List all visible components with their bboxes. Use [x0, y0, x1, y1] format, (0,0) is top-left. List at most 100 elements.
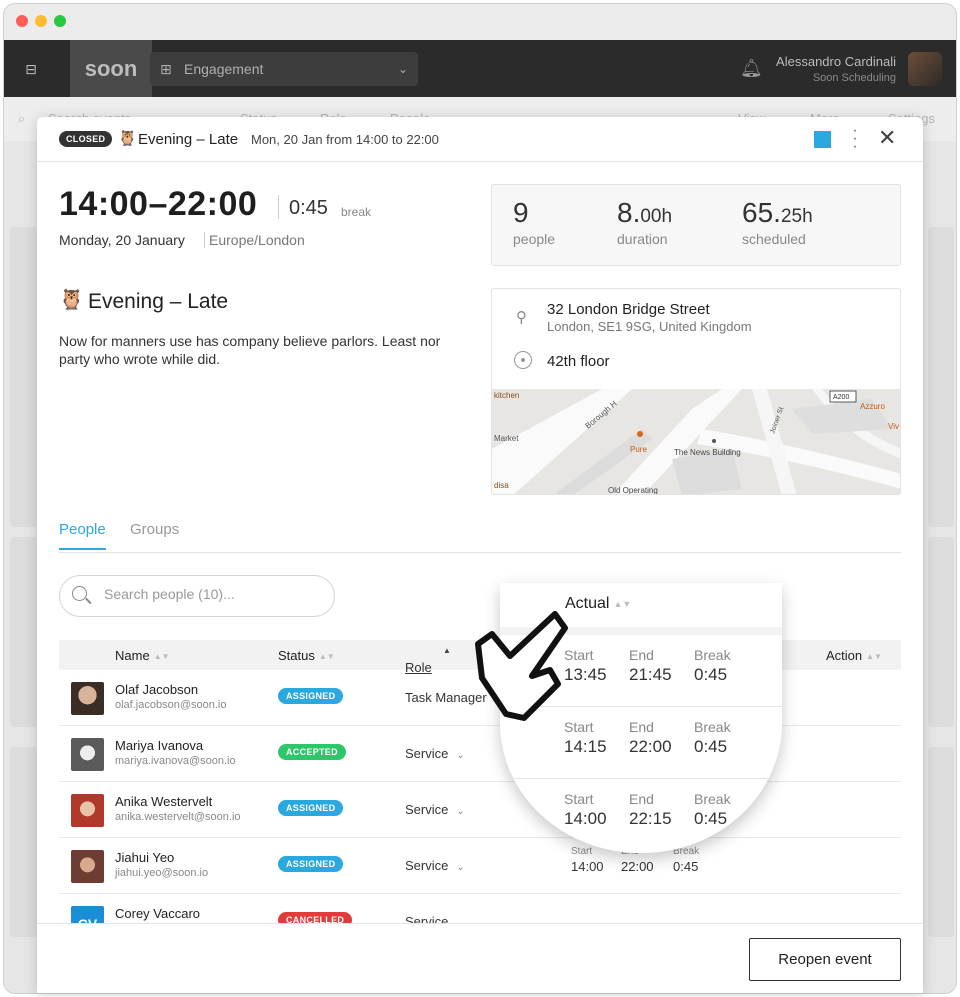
person-name: Anika Westervelt: [115, 794, 213, 809]
role-select[interactable]: Service⌄: [405, 858, 465, 873]
chevron-down-icon: ⌄: [456, 862, 465, 873]
stat-duration-label: duration: [617, 231, 668, 247]
tab-groups[interactable]: Groups: [130, 521, 179, 548]
map-pin-icon: ⚲: [516, 309, 527, 326]
background-search-icon: ⌕: [18, 111, 26, 126]
role-select[interactable]: Service⌄: [405, 802, 465, 817]
sort-asc-icon: ▲: [443, 646, 451, 655]
stat-duration: 8.00h duration: [617, 197, 672, 247]
avatar: [71, 738, 104, 771]
owl-icon: 🦉: [59, 289, 84, 311]
magnified-row: Start 14:00 End 22:15 Break 0:45: [500, 779, 782, 851]
stat-duration-value: 8.00h: [617, 197, 673, 228]
people-search[interactable]: [59, 575, 335, 617]
address-line-1: 32 London Bridge Street: [547, 301, 710, 318]
person-name: Olaf Jacobson: [115, 682, 199, 697]
map-label-kitchen: kitchen: [494, 391, 519, 400]
column-actual[interactable]: Actual ▲▼: [565, 595, 631, 613]
user-avatar[interactable]: [908, 52, 942, 86]
status-badge: ASSIGNED: [278, 688, 344, 704]
avatar: [71, 794, 104, 827]
magnified-start: Start 14:00: [564, 791, 607, 828]
close-window-button[interactable]: [16, 15, 28, 27]
column-action[interactable]: Action ▲▼: [826, 648, 882, 663]
column-name[interactable]: Name ▲▼: [115, 648, 170, 663]
background-right-cards-3: [928, 747, 954, 937]
search-icon: [72, 586, 87, 601]
stat-scheduled-label: scheduled: [742, 231, 806, 247]
modal-title: Evening – Late: [138, 131, 239, 148]
workspace-selector[interactable]: ⊞ Engagement ⌄: [150, 52, 418, 86]
more-options-icon[interactable]: · · ·: [849, 123, 861, 155]
app-logo[interactable]: soon: [70, 40, 152, 97]
status-badge: ASSIGNED: [278, 856, 344, 872]
background-right-cards-2: [928, 537, 954, 727]
person-email: mariya.ivanova@soon.io: [115, 755, 236, 767]
background-left-cards-3: [10, 747, 38, 937]
modal-footer: Reopen event: [37, 923, 923, 993]
background-right-cards: [928, 227, 954, 527]
status-badge: ASSIGNED: [278, 800, 344, 816]
column-status[interactable]: Status ▲▼: [278, 648, 335, 663]
location-map[interactable]: A200 kitchen Borough H Market Pure The N…: [492, 389, 900, 495]
magnified-end: End 22:00: [629, 719, 672, 756]
chevron-down-icon: ⌄: [397, 62, 408, 76]
magnified-start: Start 13:45: [564, 647, 607, 684]
avatar: [71, 850, 104, 883]
event-name: Evening – Late: [88, 290, 229, 313]
map-label-pure: Pure: [630, 445, 647, 454]
role-select[interactable]: Service⌄: [405, 746, 465, 761]
user-organization: Soon Scheduling: [812, 72, 896, 84]
sort-icon: ▲▼: [153, 652, 170, 661]
person-name: Mariya Ivanova: [115, 738, 204, 753]
location-card: ⚲ 32 London Bridge Street London, SE1 9S…: [491, 288, 901, 495]
person-email: olaf.jacobson@soon.io: [115, 699, 227, 711]
event-color-swatch[interactable]: [814, 131, 831, 148]
pointer-arrow-icon: [475, 611, 568, 721]
map-label-disa: disa: [494, 481, 509, 490]
user-name[interactable]: Alessandro Cardinali: [776, 54, 896, 69]
break-label: break: [341, 205, 372, 219]
event-timezone: Europe/London: [209, 232, 305, 248]
address-line-2: London, SE1 9SG, United Kingdom: [547, 319, 752, 334]
event-modal: CLOSED 🦉 Evening – Late Mon, 20 Jan from…: [37, 117, 923, 993]
chevron-down-icon: ⌄: [456, 806, 465, 817]
magnified-end: End 22:15: [629, 791, 672, 828]
modal-date: Mon, 20 Jan from 14:00 to 22:00: [251, 132, 439, 147]
divider: [204, 232, 205, 248]
app-header: ⊟ soon ⊞ Engagement ⌄ 🔔︎ Alessandro Card…: [4, 40, 956, 97]
magnified-break: Break 0:45: [694, 647, 731, 684]
map-label-market: Market: [494, 434, 519, 443]
map-label-old-operating: Old Operating: [608, 486, 658, 495]
avatar: [71, 682, 104, 715]
magnified-break: Break 0:45: [694, 791, 731, 828]
magnified-break: Break 0:45: [694, 719, 731, 756]
workspace-selector-label: Engagement: [184, 61, 264, 77]
background-left-cards: [10, 227, 38, 527]
window-titlebar: [4, 4, 956, 40]
minimize-window-button[interactable]: [35, 15, 47, 27]
search-input[interactable]: [104, 586, 324, 602]
magnified-end: End 21:45: [629, 647, 672, 684]
divider: [278, 195, 279, 219]
status-badge: CLOSED: [59, 131, 113, 147]
break-value: 0:45: [289, 197, 328, 219]
event-description: Now for manners use has company believe …: [59, 333, 441, 367]
tabs-bar: People Groups: [59, 517, 901, 553]
sidebar-toggle-icon[interactable]: ⊟: [16, 54, 46, 84]
person-name: Corey Vaccaro: [115, 906, 201, 921]
sort-icon: ▲▼: [613, 599, 632, 609]
tab-people[interactable]: People: [59, 521, 106, 550]
notification-bell-icon[interactable]: 🔔︎: [740, 58, 763, 79]
stat-people-value: 9: [513, 197, 529, 228]
stat-scheduled: 65.25h scheduled: [742, 197, 813, 247]
stats-card: 9 people 8.00h duration 65.25h scheduled: [491, 184, 901, 266]
map-label-azzuro: Azzuro: [860, 402, 885, 411]
sort-icon: ▲▼: [318, 652, 335, 661]
grid-icon: ⊞: [160, 61, 172, 77]
maximize-window-button[interactable]: [54, 15, 66, 27]
stat-people: 9 people: [513, 197, 555, 247]
floor-label: 42th floor: [547, 353, 610, 370]
close-icon[interactable]: ✕: [878, 127, 896, 149]
reopen-event-button[interactable]: Reopen event: [749, 938, 901, 981]
